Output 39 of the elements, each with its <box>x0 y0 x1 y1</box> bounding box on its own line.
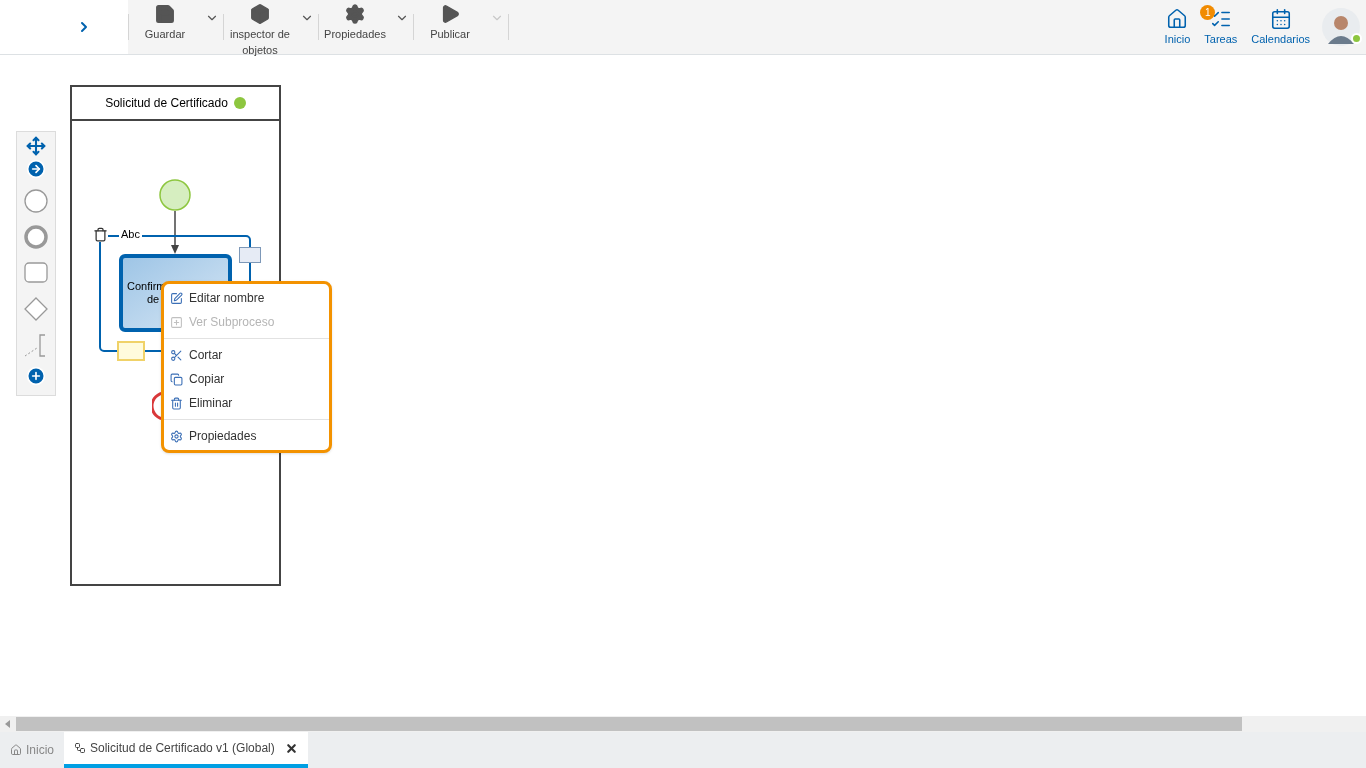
annotation-handle[interactable] <box>117 341 145 361</box>
task-label: de <box>146 293 160 306</box>
home-icon <box>10 744 22 756</box>
nav-button[interactable]: Tareas 1 <box>1198 8 1244 46</box>
menu-item[interactable]: Propiedades <box>164 424 329 448</box>
end-event-icon[interactable] <box>23 224 49 250</box>
arrow-circle-icon[interactable] <box>26 159 46 179</box>
delete-icon[interactable] <box>93 227 108 242</box>
scissors-icon <box>170 348 183 362</box>
plus-icon <box>170 315 183 329</box>
move-icon[interactable] <box>26 136 46 156</box>
menu-item[interactable]: Eliminar <box>164 391 329 415</box>
avatar[interactable] <box>1322 8 1360 46</box>
menu-item[interactable]: Cortar <box>164 343 329 367</box>
diagram-icon <box>74 742 86 754</box>
label-hint[interactable]: Abc <box>119 227 142 241</box>
close-icon[interactable] <box>284 741 298 755</box>
home-icon <box>1166 8 1189 30</box>
nav-button[interactable]: Calendarios <box>1245 8 1316 46</box>
calendar-icon <box>1269 8 1292 30</box>
toolbar-button[interactable]: Publicar <box>414 2 486 42</box>
start-event-icon[interactable] <box>23 188 49 214</box>
handle-box[interactable] <box>239 247 261 263</box>
toolbar-button[interactable]: Propiedades <box>319 2 391 42</box>
copy-icon <box>170 372 183 386</box>
sequence-arrow[interactable] <box>170 211 180 254</box>
gateway-icon[interactable] <box>23 296 49 322</box>
add-icon[interactable] <box>26 366 46 386</box>
nav-button[interactable]: Inicio <box>1158 8 1197 46</box>
toolbar-button[interactable]: inspector de objetos <box>224 2 296 58</box>
tab[interactable]: Solicitud de Certificado v1 (Global) <box>64 732 308 768</box>
count-badge: 1 <box>1200 5 1216 20</box>
start-event[interactable] <box>159 179 191 211</box>
pool-title: Solicitud de Certificado <box>105 95 228 112</box>
toolbar-button[interactable]: Guardar <box>129 2 201 42</box>
menu-item[interactable]: Copiar <box>164 367 329 391</box>
edit-icon <box>170 291 183 305</box>
trash-icon <box>170 396 183 410</box>
horizontal-scrollbar[interactable] <box>0 716 1366 732</box>
